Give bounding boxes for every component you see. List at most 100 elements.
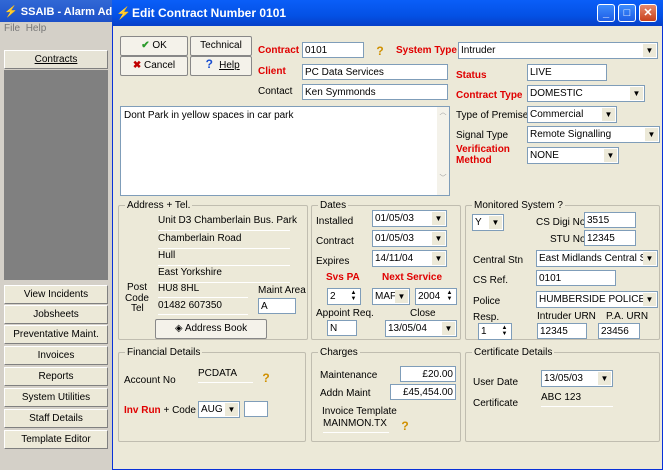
- check-icon: ✔: [141, 40, 150, 51]
- chevron-down-icon: ▼: [643, 44, 656, 57]
- dialog-title-bar: ⚡ Edit Contract Number 0101: [112, 0, 663, 26]
- police-select[interactable]: HUMBERSIDE POLICE ▼: [536, 291, 658, 308]
- certificate-label: Certificate: [473, 398, 519, 409]
- menu-file[interactable]: File: [4, 23, 20, 34]
- cancel-button[interactable]: ✖ Cancel: [120, 56, 188, 76]
- nav-contracts[interactable]: Contracts: [4, 50, 108, 69]
- address-line-1[interactable]: Unit D3 Chamberlain Bus. Park: [158, 215, 297, 231]
- stu-no-label: STU No: [550, 234, 586, 245]
- premises-select[interactable]: Commercial ▼: [527, 106, 617, 123]
- nav-reports[interactable]: Reports: [4, 367, 108, 386]
- background-app-title: ⚡ SSAIB - Alarm Ad: [0, 0, 120, 22]
- nav-preventative-maint[interactable]: Preventative Maint.: [4, 325, 108, 344]
- close-date-label: Close: [410, 308, 436, 319]
- template-help-icon[interactable]: ?: [398, 419, 412, 433]
- tel-field[interactable]: 01482 607350: [158, 300, 248, 315]
- appoint-req-field[interactable]: N: [327, 320, 357, 336]
- maintenance-label: Maintenance: [320, 370, 378, 381]
- status-label: Status: [456, 70, 487, 81]
- contract-help-icon[interactable]: ?: [373, 44, 387, 58]
- nav-system-utilities[interactable]: System Utilities: [4, 388, 108, 407]
- nav-view-incidents[interactable]: View Incidents: [4, 285, 108, 304]
- central-stn-label: Central Stn: [473, 255, 524, 266]
- nav-jobsheets[interactable]: Jobsheets: [4, 305, 108, 324]
- central-stn-select[interactable]: East Midlands Central Stn ▼: [536, 250, 658, 267]
- chevron-down-icon: ▼: [432, 252, 445, 265]
- cs-ref-field[interactable]: 0101: [536, 270, 616, 286]
- installed-date-select[interactable]: 01/05/03 ▼: [372, 210, 447, 227]
- contract-label: Contract: [258, 45, 300, 56]
- address-line-3[interactable]: Hull: [158, 250, 290, 266]
- help-icon: ?: [205, 57, 213, 71]
- notes-textarea[interactable]: Dont Park in yellow spaces in car park: [120, 106, 450, 196]
- cs-ref-label: CS Ref.: [473, 275, 509, 286]
- account-help-icon[interactable]: ?: [259, 371, 273, 385]
- dialog-lightning-icon: ⚡: [116, 6, 131, 20]
- ok-button[interactable]: ✔ OK: [120, 36, 188, 56]
- code-text: + Code: [163, 405, 196, 416]
- pa-urn-field[interactable]: 23456: [598, 323, 640, 339]
- installed-label: Installed: [316, 216, 354, 227]
- postcode-field[interactable]: HU8 8HL: [158, 283, 248, 298]
- technical-button[interactable]: Technical: [190, 36, 252, 56]
- nav-invoices[interactable]: Invoices: [4, 346, 108, 365]
- next-service-month-select[interactable]: MAF ▼: [372, 288, 410, 305]
- intruder-urn-label: Intruder URN: [537, 311, 596, 322]
- close-window-button[interactable]: ✕: [639, 4, 657, 22]
- nav-template-editor[interactable]: Template Editor: [4, 430, 108, 449]
- maximize-button[interactable]: □: [618, 4, 636, 22]
- status-select[interactable]: LIVE: [527, 64, 607, 81]
- financial-details-group: Financial Details: [118, 347, 306, 442]
- invoice-template-field[interactable]: MAINMON.TX: [323, 418, 389, 433]
- contract-number-field[interactable]: 0101: [302, 42, 364, 58]
- svs-pa-spinner[interactable]: 2 ▲ ▼: [327, 288, 361, 305]
- maint-area-label: Maint Area: [258, 285, 306, 296]
- background-title-text: SSAIB - Alarm Ad: [20, 6, 113, 18]
- system-type-select[interactable]: Intruder ▼: [458, 42, 658, 59]
- spin-arrows-icon: ▲ ▼: [501, 325, 508, 337]
- contact-field[interactable]: Ken Symmonds: [302, 84, 448, 100]
- addn-maint-field[interactable]: £45,454.00: [390, 384, 456, 400]
- close-date-value: 13/05/04: [388, 323, 427, 334]
- monitored-select[interactable]: Y ▼: [472, 214, 504, 231]
- maint-area-field[interactable]: A: [258, 298, 296, 314]
- next-service-year-value: 2004: [418, 291, 441, 302]
- account-no-field[interactable]: PCDATA: [198, 368, 253, 383]
- stu-no-field[interactable]: 12345: [584, 230, 636, 246]
- address-book-label: Address Book: [184, 323, 248, 334]
- contract-type-select[interactable]: DOMESTIC ▼: [527, 85, 645, 102]
- address-book-button[interactable]: ◈ Address Book: [155, 319, 267, 339]
- notes-scrollbar[interactable]: ︿ ﹀: [437, 107, 449, 195]
- postcode-label: Post Code: [125, 282, 149, 304]
- chevron-down-icon: ▼: [432, 212, 445, 225]
- next-service-year-spinner[interactable]: 2004 ▲ ▼: [415, 288, 457, 305]
- expires-date-select[interactable]: 14/11/04 ▼: [372, 250, 447, 267]
- installed-value: 01/05/03: [375, 213, 414, 224]
- chevron-down-icon: ▼: [432, 232, 445, 245]
- premises-value: Commercial: [530, 109, 584, 120]
- cs-digi-field[interactable]: 3515: [584, 212, 636, 228]
- monitored-group-title: Monitored System ?: [472, 200, 565, 211]
- client-field[interactable]: PC Data Services: [302, 64, 448, 80]
- resp-spinner[interactable]: 1 ▲ ▼: [478, 323, 512, 340]
- help-button[interactable]: ? Help: [190, 56, 252, 76]
- book-icon: ◈: [174, 323, 183, 334]
- nav-staff-details[interactable]: Staff Details: [4, 409, 108, 428]
- spin-arrows-icon: ▲ ▼: [350, 290, 357, 302]
- invoice-template-label: Invoice Template: [322, 406, 397, 417]
- certificate-field[interactable]: ABC 123: [541, 392, 613, 407]
- user-date-select[interactable]: 13/05/03 ▼: [541, 370, 613, 387]
- maintenance-charge-field[interactable]: £20.00: [400, 366, 456, 382]
- code-field[interactable]: [244, 401, 268, 417]
- address-line-2[interactable]: Chamberlain Road: [158, 233, 290, 249]
- close-date-select[interactable]: 13/05/04 ▼: [385, 320, 457, 337]
- inv-run-select[interactable]: AUG ▼: [198, 401, 240, 418]
- svs-pa-label: Svs PA: [326, 272, 360, 283]
- signal-type-select[interactable]: Remote Signalling ▼: [527, 126, 660, 143]
- address-line-4[interactable]: East Yorkshire: [158, 267, 290, 283]
- verification-method-select[interactable]: NONE ▼: [527, 147, 619, 164]
- menu-help[interactable]: Help: [26, 23, 47, 34]
- intruder-urn-field[interactable]: 12345: [537, 323, 587, 339]
- minimize-button[interactable]: _: [597, 4, 615, 22]
- contract-date-select[interactable]: 01/05/03 ▼: [372, 230, 447, 247]
